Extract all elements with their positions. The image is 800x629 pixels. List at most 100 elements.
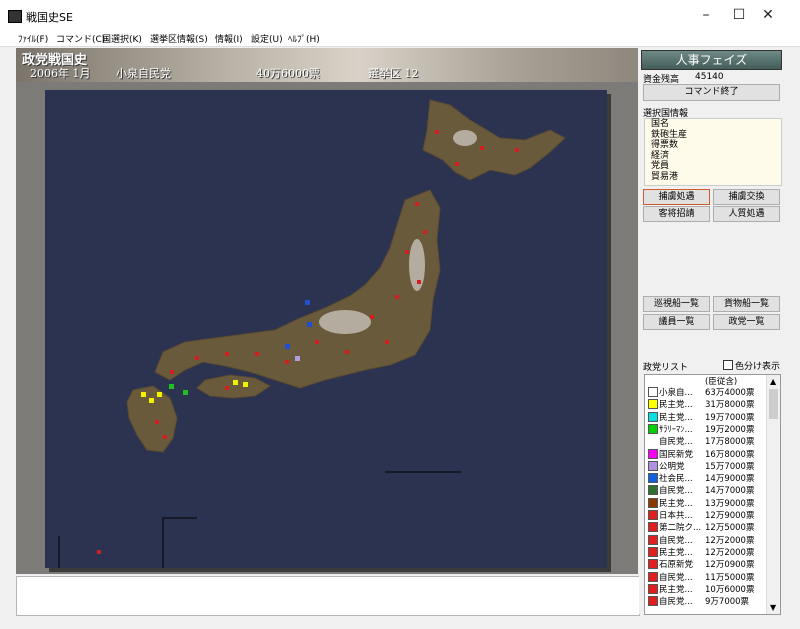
party-row[interactable]: 自民党... 14万7000票 xyxy=(645,484,765,496)
party-row[interactable]: 日本共... 12万9000票 xyxy=(645,509,765,521)
player-votes: 40万6000票 xyxy=(256,67,320,80)
party-row[interactable]: 民主党... 13万9000票 xyxy=(645,497,765,509)
kansai-lavender-marker xyxy=(295,356,300,361)
funds-value: 45140 xyxy=(695,72,724,82)
city-marker xyxy=(155,420,159,424)
party-name: 第二院ク... xyxy=(659,523,702,534)
party-row[interactable]: 小泉自... 63万4000票 xyxy=(645,386,765,398)
city-marker xyxy=(315,340,319,344)
menu-district-info[interactable]: 選挙区情報(S) xyxy=(150,32,208,45)
okinawa-inset-line xyxy=(162,517,197,568)
menu-bar: ﾌｧｲﾙ(F) コマンド(C) 国選択(K) 選挙区情報(S) 情報(I) 設定… xyxy=(0,30,800,47)
party-row[interactable]: 民主党... 12万2000票 xyxy=(645,546,765,558)
menu-settings[interactable]: 設定(U) xyxy=(251,32,283,45)
party-row[interactable]: 石原新党 12万0900票 xyxy=(645,558,765,570)
close-button[interactable]: ✕ xyxy=(745,0,791,30)
party-row[interactable]: 自民党... 11万5000票 xyxy=(645,571,765,583)
party-row[interactable]: 民主党... 10万6000票 xyxy=(645,583,765,595)
map-sea[interactable] xyxy=(45,90,607,568)
cargo-list-button[interactable]: 貨物船一覧 xyxy=(713,296,780,312)
member-list-button[interactable]: 議員一覧 xyxy=(643,314,710,330)
party-color-swatch xyxy=(648,485,658,496)
party-row[interactable]: 民主党... 19万7000票 xyxy=(645,411,765,423)
party-color-swatch xyxy=(648,399,658,410)
end-command-button[interactable]: コマンド終了 xyxy=(643,84,780,101)
recruit-button[interactable]: 客将招請 xyxy=(643,206,710,222)
scroll-thumb[interactable] xyxy=(769,389,778,419)
exchange-button[interactable]: 捕虜交換 xyxy=(713,189,780,205)
party-row[interactable]: 自民党... 17万8000票 xyxy=(645,435,765,447)
city-marker xyxy=(395,295,399,299)
party-votes: 11万5000票 xyxy=(705,572,755,583)
party-list[interactable]: (臣従含) 小泉自... 63万4000票 民主党... 31万8000票 民主党...… xyxy=(644,374,781,615)
party-row[interactable]: ｻﾗﾘｰﾏﾝ... 19万2000票 xyxy=(645,423,765,435)
city-marker xyxy=(370,315,374,319)
city-marker xyxy=(455,162,459,166)
party-color-swatch xyxy=(648,559,658,570)
party-name: 日本共... xyxy=(659,511,693,521)
party-votes: 19万7000票 xyxy=(705,412,755,423)
party-list-label: 政党リスト xyxy=(643,363,689,373)
info-item: 経済 xyxy=(651,150,670,161)
party-votes: 16万8000票 xyxy=(705,449,755,460)
party-votes: 17万8000票 xyxy=(705,437,755,448)
color-toggle-label: 色分け表示 xyxy=(735,362,781,372)
party-row[interactable]: 第二院ク... 12万5000票 xyxy=(645,521,765,533)
party-row[interactable]: 自民党... 9万7000票 xyxy=(645,595,765,607)
party-list-button[interactable]: 政党一覧 xyxy=(713,314,780,330)
party-list-scrollbar[interactable]: ▲ ▼ xyxy=(766,375,780,614)
alps-snow xyxy=(319,310,371,334)
party-name: 民主党... xyxy=(659,412,693,423)
menu-command[interactable]: コマンド(C) xyxy=(56,32,105,45)
party-color-swatch xyxy=(648,423,658,434)
scroll-up-icon[interactable]: ▲ xyxy=(770,377,776,386)
party-row[interactable]: 自民党... 12万2000票 xyxy=(645,534,765,546)
menu-info[interactable]: 情報(I) xyxy=(215,32,243,45)
party-name: 民主党... xyxy=(659,400,693,411)
party-votes: 63万4000票 xyxy=(705,388,755,398)
japan-map[interactable] xyxy=(45,90,607,568)
city-marker xyxy=(480,146,484,150)
party-color-swatch xyxy=(648,546,658,557)
city-marker xyxy=(417,280,421,284)
party-name: 石原新党 xyxy=(659,560,694,571)
message-log xyxy=(16,576,640,616)
party-name: 自民党... xyxy=(659,437,693,448)
party-color-swatch xyxy=(648,387,658,397)
party-color-swatch xyxy=(648,473,658,484)
party-votes: 12万2000票 xyxy=(705,535,755,546)
party-name: 社会民... xyxy=(659,474,693,485)
party-name: 民主党... xyxy=(659,498,693,509)
patrol-list-button[interactable]: 巡視船一覧 xyxy=(643,296,710,312)
capture-button[interactable]: 捕虜処遇 xyxy=(643,189,710,205)
kyushu-green-markers xyxy=(169,384,188,395)
party-votes: 19万2000票 xyxy=(705,424,755,435)
menu-help[interactable]: ﾍﾙﾌﾟ(H) xyxy=(288,32,320,45)
hostage-button[interactable]: 人質処遇 xyxy=(713,206,780,222)
party-row[interactable]: 民主党... 31万8000票 xyxy=(645,398,765,410)
party-color-swatch xyxy=(648,448,658,459)
scroll-down-icon[interactable]: ▼ xyxy=(770,603,776,612)
party-color-swatch xyxy=(648,497,658,508)
party-row[interactable]: 国民新党 16万8000票 xyxy=(645,448,765,460)
party-row[interactable]: 社会民... 14万9000票 xyxy=(645,472,765,484)
info-item: 国名 xyxy=(651,119,670,129)
party-votes: 31万8000票 xyxy=(705,400,755,411)
party-votes: 10万6000票 xyxy=(705,584,755,595)
status-header: 政党戦国史 2006年 1月 小泉自民党 40万6000票 選挙区 12 xyxy=(16,48,638,82)
menu-file[interactable]: ﾌｧｲﾙ(F) xyxy=(18,32,48,45)
party-votes: 12万2000票 xyxy=(705,547,755,558)
party-name: 自民党... xyxy=(659,572,693,583)
party-votes: 12万9000票 xyxy=(705,511,755,521)
party-row[interactable]: 公明党 15万7000票 xyxy=(645,460,765,472)
party-name: 小泉自... xyxy=(659,388,693,398)
menu-country-select[interactable]: 国選択(K) xyxy=(102,32,142,45)
party-name: 民主党... xyxy=(659,547,693,558)
title-bar: 戦国史SE – ☐ ✕ xyxy=(0,0,800,30)
city-marker xyxy=(435,130,439,134)
party-color-swatch xyxy=(648,460,658,471)
party-color-swatch xyxy=(648,436,656,444)
color-toggle-checkbox[interactable] xyxy=(723,360,733,370)
city-marker xyxy=(170,370,174,374)
hokkaido xyxy=(422,99,566,181)
